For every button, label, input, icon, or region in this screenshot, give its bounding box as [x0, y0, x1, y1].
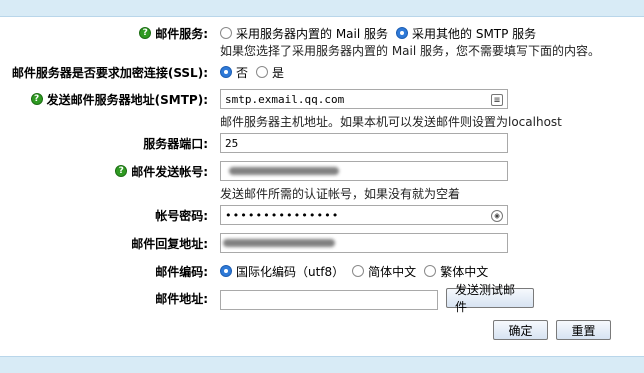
- confirm-button[interactable]: 确定: [493, 320, 548, 340]
- reply-label: 邮件回复地址:: [131, 236, 208, 251]
- top-bar: [0, 0, 644, 17]
- contact-card-icon[interactable]: ≡: [491, 94, 503, 106]
- port-input[interactable]: 25: [220, 133, 508, 153]
- encoding-options: 国际化编码（utf8） 简体中文 繁体中文: [220, 262, 492, 280]
- ssl-label: 邮件服务器是否要求加密连接(SSL):: [11, 65, 208, 80]
- radio-gb[interactable]: [352, 265, 365, 277]
- radio-gb-label[interactable]: 简体中文: [368, 263, 416, 280]
- port-label: 服务器端口:: [143, 136, 208, 151]
- redacted-value: [223, 239, 335, 247]
- radio-builtin-mail[interactable]: [220, 27, 232, 39]
- account-hint: 发送邮件所需的认证帐号，如果没有就为空着: [220, 187, 461, 201]
- help-icon[interactable]: ?: [115, 165, 128, 177]
- smtp-host-label: ? 发送邮件服务器地址(SMTP):: [30, 90, 208, 108]
- reset-button[interactable]: 重置: [556, 320, 611, 340]
- radio-smtp-label[interactable]: 采用其他的 SMTP 服务: [412, 25, 536, 42]
- smtp-host-input[interactable]: smtp.exmail.qq.com ≡: [220, 89, 508, 109]
- ssl-options: 否 是: [220, 63, 288, 81]
- help-icon[interactable]: ?: [139, 27, 152, 39]
- radio-utf8-label[interactable]: 国际化编码（utf8）: [236, 263, 344, 280]
- radio-ssl-yes-label[interactable]: 是: [272, 64, 284, 81]
- reply-input[interactable]: [220, 233, 508, 253]
- radio-ssl-no[interactable]: [220, 66, 232, 78]
- bottom-bar: [0, 356, 644, 373]
- key-icon[interactable]: ◉: [491, 210, 503, 222]
- account-input[interactable]: [220, 161, 508, 181]
- password-input[interactable]: ••••••••••••••• ◉: [220, 205, 508, 225]
- account-label: ? 邮件发送帐号:: [115, 162, 208, 180]
- mail-address-input[interactable]: [220, 290, 438, 310]
- help-icon[interactable]: ?: [30, 93, 43, 105]
- radio-ssl-no-label[interactable]: 否: [236, 64, 248, 81]
- mail-address-label: 邮件地址:: [155, 291, 208, 306]
- radio-big5-label[interactable]: 繁体中文: [440, 263, 488, 280]
- smtp-host-hint: 邮件服务器主机地址。如果本机可以发送邮件则设置为localhost: [220, 115, 562, 129]
- radio-utf8[interactable]: [220, 265, 232, 277]
- radio-ssl-yes[interactable]: [256, 66, 269, 78]
- mail-service-options: 采用服务器内置的 Mail 服务 采用其他的 SMTP 服务: [220, 24, 540, 42]
- radio-smtp[interactable]: [396, 27, 409, 39]
- mail-service-hint: 如果您选择了采用服务器内置的 Mail 服务，您不需要填写下面的内容。: [220, 44, 601, 58]
- radio-big5[interactable]: [424, 265, 437, 277]
- mail-service-label: ? 邮件服务:: [139, 24, 208, 42]
- send-test-mail-button[interactable]: 发送测试邮件: [446, 283, 534, 314]
- radio-builtin-mail-label[interactable]: 采用服务器内置的 Mail 服务: [236, 25, 388, 42]
- encoding-label: 邮件编码:: [155, 264, 208, 279]
- password-label: 帐号密码:: [155, 208, 208, 223]
- redacted-value: [229, 167, 339, 175]
